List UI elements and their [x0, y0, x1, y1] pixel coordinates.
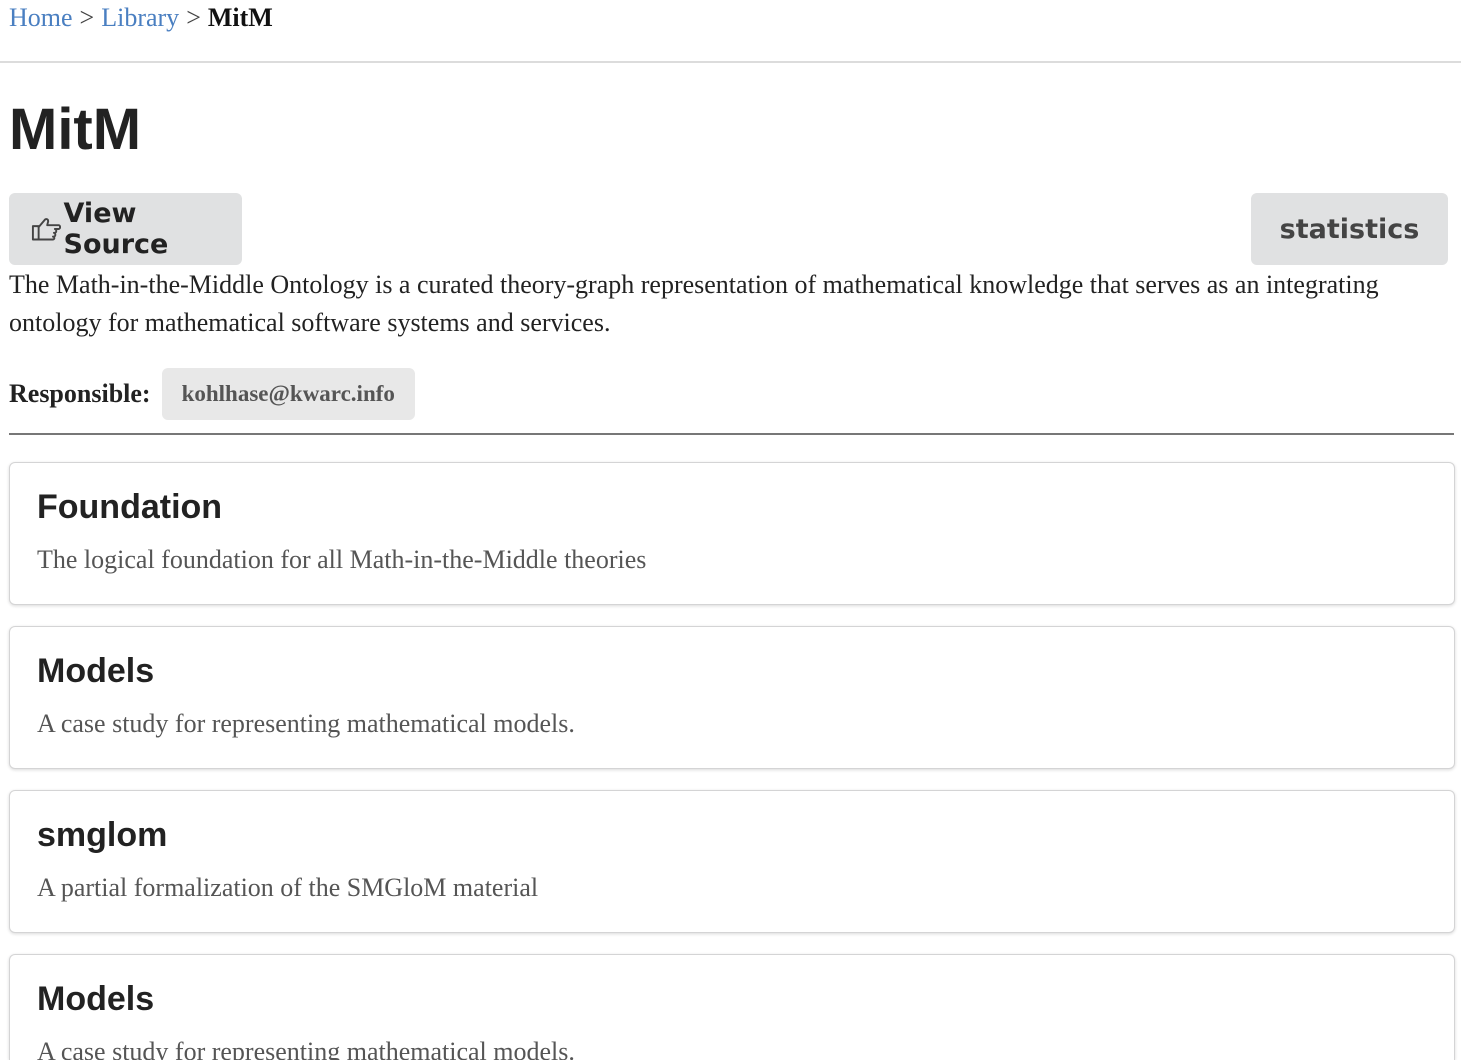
breadcrumb-separator: >	[79, 3, 95, 32]
archive-card-title: Foundation	[37, 488, 223, 526]
breadcrumb: Home > Library > MitM	[9, 0, 273, 36]
statistics-label: statistics	[1279, 213, 1420, 245]
hand-point-right-icon	[31, 218, 62, 241]
responsible-label: Responsible:	[9, 379, 151, 408]
statistics-button[interactable]: statistics	[1251, 193, 1448, 265]
archive-card-smglom[interactable]: smglom A partial formalization of the SM…	[9, 790, 1455, 933]
archive-card-models[interactable]: Models A case study for representing mat…	[9, 626, 1455, 769]
breadcrumb-home-link[interactable]: Home	[9, 3, 73, 32]
archive-card-foundation[interactable]: Foundation The logical foundation for al…	[9, 462, 1455, 605]
archive-card-description: A case study for representing mathematic…	[37, 709, 575, 738]
view-source-button[interactable]: View Source	[9, 193, 242, 265]
responsible-email-badge[interactable]: kohlhase@kwarc.info	[161, 368, 415, 420]
archive-description: The Math-in-the-Middle Ontology is a cur…	[9, 270, 1379, 337]
breadcrumb-library-link[interactable]: Library	[101, 3, 179, 32]
archive-card-models-2[interactable]: Models A case study for representing mat…	[9, 954, 1455, 1060]
archive-card-description: A case study for representing mathematic…	[37, 1037, 575, 1060]
page-title: MitM	[9, 97, 142, 162]
breadcrumb-current: MitM	[207, 3, 273, 32]
archive-card-description: The logical foundation for all Math-in-t…	[37, 545, 647, 574]
responsible-row: Responsible: kohlhase@kwarc.info	[9, 368, 415, 420]
section-divider	[9, 433, 1454, 435]
archive-card-title: smglom	[37, 816, 168, 854]
archive-card-description: A partial formalization of the SMGloM ma…	[37, 873, 539, 902]
breadcrumb-separator: >	[186, 3, 201, 32]
archive-card-title: Models	[37, 980, 155, 1018]
header-divider	[0, 61, 1461, 63]
view-source-label: View Source	[63, 198, 169, 260]
archive-card-title: Models	[37, 652, 155, 690]
